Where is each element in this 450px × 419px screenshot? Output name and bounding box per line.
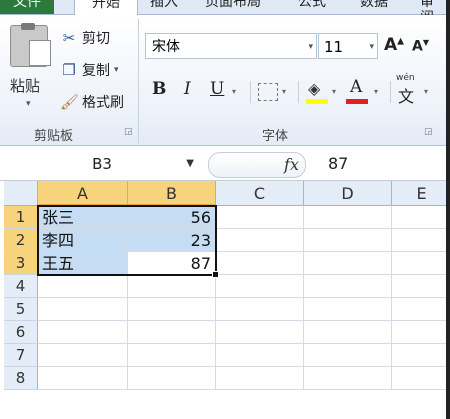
cell-b1[interactable]: 56 (128, 206, 216, 229)
phonetic-guide-button[interactable]: 文 (398, 83, 414, 107)
shrink-font-button[interactable]: A▼ (412, 38, 429, 55)
cell-d2[interactable] (304, 229, 392, 252)
name-box[interactable]: B3 ▼ (4, 152, 200, 176)
cell-d3[interactable] (304, 252, 392, 275)
divider (390, 81, 391, 103)
font-name-value: 宋体 (152, 39, 180, 55)
font-size-dropdown-icon[interactable]: ▾ (369, 34, 374, 60)
shrink-font-icon: A (412, 38, 423, 55)
row-header-1[interactable]: 1 (4, 206, 38, 229)
row-header-7[interactable]: 7 (4, 344, 38, 367)
border-icon[interactable] (258, 83, 278, 101)
cell-d1[interactable] (304, 206, 392, 229)
cell-c1[interactable] (216, 206, 304, 229)
column-header-d[interactable]: D (304, 181, 392, 206)
font-color-swatch (346, 99, 368, 104)
column-header-a[interactable]: A (38, 181, 128, 206)
cell-c3[interactable] (216, 252, 304, 275)
underline-button[interactable]: U (210, 79, 224, 99)
phonetic-dropdown-icon[interactable]: ▾ (424, 87, 428, 96)
empty-cells-area[interactable] (38, 275, 446, 390)
font-name-select[interactable]: 宋体 ▾ (145, 33, 317, 59)
clipboard-icon (10, 23, 51, 67)
tab-review[interactable]: 审阅 (420, 0, 446, 26)
formula-input[interactable]: 87 (328, 152, 348, 176)
cell-c2[interactable] (216, 229, 304, 252)
copy-icon: ❐ (62, 61, 76, 79)
border-dropdown-icon[interactable]: ▾ (282, 87, 286, 96)
row-header-8[interactable]: 8 (4, 367, 38, 390)
scissors-icon: ✂ (62, 29, 76, 47)
font-group-label: 字体 (262, 129, 289, 144)
font-size-select[interactable]: 11 ▾ (318, 33, 378, 59)
fill-color-dropdown-icon[interactable]: ▾ (332, 87, 336, 96)
paste-dropdown-icon[interactable]: ▾ (26, 99, 31, 109)
cut-button[interactable]: ✂ 剪切 (60, 27, 110, 49)
font-color-button[interactable]: A (350, 77, 362, 97)
column-header-c[interactable]: C (216, 181, 304, 206)
cell-b3[interactable]: 87 (128, 252, 216, 275)
cell-e2[interactable] (392, 229, 446, 252)
insert-function-button[interactable]: fx (284, 153, 299, 177)
fill-color-swatch (306, 99, 328, 104)
phonetic-pinyin: wén (396, 73, 415, 83)
column-header-b[interactable]: B (128, 181, 216, 206)
font-size-value: 11 (324, 38, 344, 56)
cell-a3[interactable]: 王五 (38, 252, 128, 275)
cell-a2[interactable]: 李四 (38, 229, 128, 252)
copy-label: 复制 (82, 63, 110, 79)
format-painter-label: 格式刷 (82, 95, 124, 111)
copy-button[interactable]: ❐ 复制 ▾ (60, 59, 119, 81)
clipboard-launcher-icon[interactable]: ◲ (124, 127, 133, 137)
select-all-button[interactable] (4, 181, 38, 206)
paste-button[interactable]: 粘贴 ▾ (6, 23, 52, 119)
format-painter-button[interactable]: 🖌 格式刷 (60, 91, 124, 113)
row-header-2[interactable]: 2 (4, 229, 38, 252)
font-name-dropdown-icon[interactable]: ▾ (308, 34, 313, 60)
cell-b2[interactable]: 23 (128, 229, 216, 252)
name-box-value: B3 (92, 155, 112, 173)
underline-dropdown-icon[interactable]: ▾ (232, 87, 236, 96)
ribbon-tabs: 文件 开始 插入 页面布局 公式 数据 审阅 (0, 0, 446, 26)
formula-buttons: fx (208, 152, 306, 178)
formula-bar: B3 ▼ fx 87 (0, 148, 446, 181)
bold-button[interactable]: B (152, 79, 166, 99)
excel-window: 文件 开始 插入 页面布局 公式 数据 审阅 粘贴 ▾ ✂ 剪切 ❐ 复制 ▾ … (0, 0, 450, 419)
column-header-e[interactable]: E (392, 181, 446, 206)
divider (250, 81, 251, 103)
font-color-dropdown-icon[interactable]: ▾ (374, 87, 378, 96)
name-box-dropdown-icon[interactable]: ▼ (186, 152, 194, 176)
copy-dropdown-icon[interactable]: ▾ (114, 65, 119, 75)
cut-label: 剪切 (82, 31, 110, 47)
worksheet-grid[interactable]: A B C D E 1 2 3 4 5 6 7 8 张三 56 李四 23 王五… (0, 181, 446, 419)
tab-formulas[interactable]: 公式 (298, 0, 326, 14)
cell-e3[interactable] (392, 252, 446, 275)
row-header-3[interactable]: 3 (4, 252, 38, 275)
fill-color-icon[interactable]: ◈ (308, 79, 320, 98)
fill-handle[interactable] (212, 271, 219, 278)
row-header-5[interactable]: 5 (4, 298, 38, 321)
grow-font-icon: A (384, 35, 398, 55)
tab-insert[interactable]: 插入 (150, 0, 178, 14)
paste-label: 粘贴 (10, 77, 41, 95)
tab-page-layout[interactable]: 页面布局 (205, 0, 261, 14)
format-painter-icon: 🖌 (60, 93, 80, 111)
tab-data[interactable]: 数据 (360, 0, 388, 14)
tab-home[interactable]: 开始 (74, 0, 138, 15)
group-divider (138, 19, 139, 143)
cell-e1[interactable] (392, 206, 446, 229)
clipboard-group-label: 剪贴板 (34, 129, 74, 144)
font-launcher-icon[interactable]: ◲ (424, 127, 433, 137)
grow-font-button[interactable]: A▲ (384, 35, 404, 55)
divider (298, 81, 299, 103)
row-header-4[interactable]: 4 (4, 275, 38, 298)
row-header-6[interactable]: 6 (4, 321, 38, 344)
italic-button[interactable]: I (184, 79, 191, 99)
ribbon-home: 粘贴 ▾ ✂ 剪切 ❐ 复制 ▾ 🖌 格式刷 剪贴板 ◲ 宋体 ▾ 11 ▾ A… (0, 15, 446, 146)
cell-a1[interactable]: 张三 (38, 206, 128, 229)
tab-file[interactable]: 文件 (0, 0, 54, 14)
